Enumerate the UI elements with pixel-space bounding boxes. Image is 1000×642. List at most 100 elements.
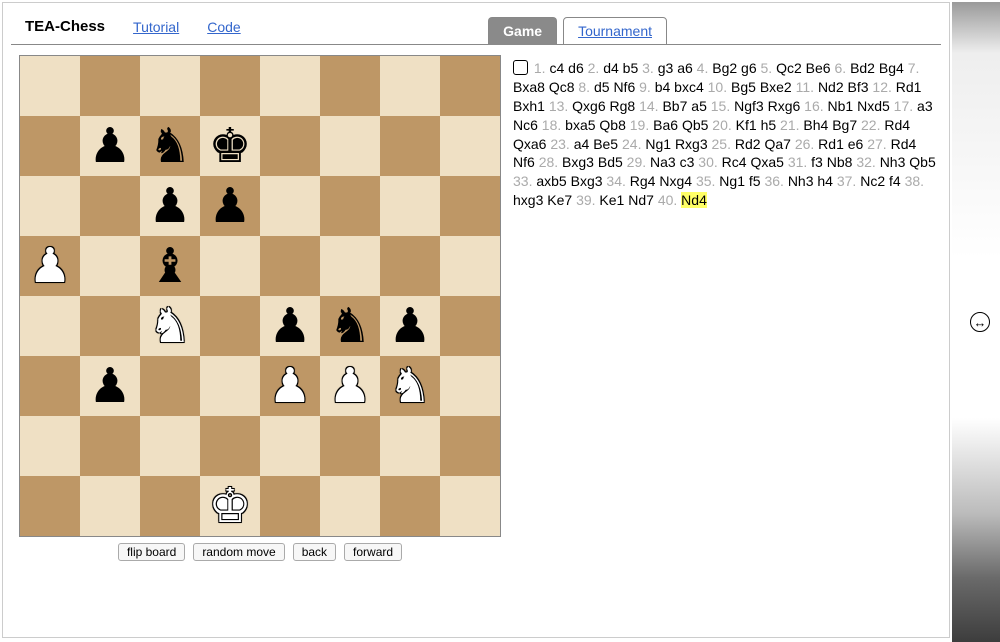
move[interactable]: bxa5 [565, 117, 595, 133]
move[interactable]: Qb5 [682, 117, 708, 133]
move[interactable]: f4 [889, 173, 901, 189]
square[interactable]: ♟ [80, 356, 140, 416]
move[interactable]: Ba6 [653, 117, 678, 133]
square[interactable] [260, 416, 320, 476]
white-k-piece[interactable]: ♚ [208, 482, 251, 530]
move[interactable]: d5 [594, 79, 610, 95]
move[interactable]: Kf1 [736, 117, 757, 133]
move[interactable]: Na3 [650, 154, 676, 170]
square[interactable] [320, 416, 380, 476]
square[interactable] [140, 56, 200, 116]
square[interactable] [200, 296, 260, 356]
white-p-piece[interactable]: ♟ [268, 362, 311, 410]
square[interactable]: ♟ [320, 356, 380, 416]
move[interactable]: c4 [549, 60, 564, 76]
move[interactable]: Bxa8 [513, 79, 545, 95]
white-p-piece[interactable]: ♟ [28, 242, 71, 290]
black-n-piece[interactable]: ♞ [148, 122, 191, 170]
square[interactable] [140, 416, 200, 476]
move[interactable]: f5 [749, 173, 761, 189]
move[interactable]: Bg7 [832, 117, 857, 133]
square[interactable] [440, 476, 500, 536]
square[interactable]: ♚ [200, 476, 260, 536]
square[interactable] [440, 416, 500, 476]
square[interactable] [20, 116, 80, 176]
move[interactable]: Nf6 [613, 79, 635, 95]
square[interactable] [260, 236, 320, 296]
white-p-piece[interactable]: ♟ [328, 362, 371, 410]
move[interactable]: Nxd5 [857, 98, 890, 114]
square[interactable] [320, 236, 380, 296]
move[interactable]: Bf3 [848, 79, 869, 95]
black-b-piece[interactable]: ♝ [148, 242, 191, 290]
square[interactable]: ♟ [80, 116, 140, 176]
move[interactable]: Ke7 [547, 192, 572, 208]
move[interactable]: Rd4 [884, 117, 910, 133]
square[interactable] [380, 476, 440, 536]
move[interactable]: Nxg4 [659, 173, 692, 189]
move[interactable]: Qc8 [549, 79, 575, 95]
move[interactable]: Nd4 [681, 192, 707, 208]
square[interactable] [320, 176, 380, 236]
move[interactable]: Qa7 [764, 136, 790, 152]
square[interactable] [200, 356, 260, 416]
move[interactable]: Rxg3 [675, 136, 708, 152]
move[interactable]: Qxa5 [750, 154, 783, 170]
move[interactable]: Rg4 [630, 173, 656, 189]
move[interactable]: Nf6 [513, 154, 535, 170]
black-p-piece[interactable]: ♟ [148, 182, 191, 230]
move[interactable]: Bb7 [662, 98, 687, 114]
move[interactable]: Bh4 [803, 117, 828, 133]
square[interactable] [320, 116, 380, 176]
square[interactable] [380, 56, 440, 116]
square[interactable] [380, 116, 440, 176]
move[interactable]: f3 [811, 154, 823, 170]
move[interactable]: Nb1 [828, 98, 854, 114]
move[interactable]: Bxg3 [562, 154, 594, 170]
black-n-piece[interactable]: ♞ [328, 302, 371, 350]
move[interactable]: Bg2 [712, 60, 737, 76]
square[interactable]: ♟ [380, 296, 440, 356]
move[interactable]: a5 [691, 98, 707, 114]
move[interactable]: Be6 [806, 60, 831, 76]
square[interactable]: ♞ [140, 116, 200, 176]
square[interactable] [140, 356, 200, 416]
move[interactable]: Bxh1 [513, 98, 545, 114]
move[interactable]: Bg4 [879, 60, 904, 76]
square[interactable] [20, 56, 80, 116]
move[interactable]: axb5 [536, 173, 566, 189]
move[interactable]: Bd5 [598, 154, 623, 170]
move[interactable]: Rd2 [735, 136, 761, 152]
move[interactable]: d4 [603, 60, 619, 76]
move[interactable]: g3 [658, 60, 674, 76]
square[interactable]: ♟ [260, 356, 320, 416]
square[interactable] [440, 56, 500, 116]
square[interactable] [260, 116, 320, 176]
square[interactable] [20, 416, 80, 476]
white-n-piece[interactable]: ♞ [388, 362, 431, 410]
nav-link-code[interactable]: Code [207, 19, 240, 35]
square[interactable]: ♟ [260, 296, 320, 356]
black-p-piece[interactable]: ♟ [388, 302, 431, 350]
square[interactable] [20, 296, 80, 356]
move[interactable]: e6 [848, 136, 864, 152]
move[interactable]: Qb8 [599, 117, 625, 133]
square[interactable] [440, 116, 500, 176]
square[interactable] [80, 476, 140, 536]
square[interactable] [440, 236, 500, 296]
black-p-piece[interactable]: ♟ [88, 122, 131, 170]
move[interactable]: h5 [761, 117, 777, 133]
move[interactable]: d6 [568, 60, 584, 76]
move[interactable]: Qc2 [776, 60, 802, 76]
square[interactable] [140, 476, 200, 536]
square[interactable] [20, 356, 80, 416]
square[interactable] [320, 56, 380, 116]
move[interactable]: Nd7 [628, 192, 654, 208]
move[interactable]: Bd2 [850, 60, 875, 76]
move[interactable]: Nh3 [880, 154, 906, 170]
square[interactable] [440, 176, 500, 236]
move[interactable]: Rc4 [722, 154, 747, 170]
square[interactable] [20, 176, 80, 236]
square[interactable]: ♞ [380, 356, 440, 416]
move[interactable]: Rg8 [610, 98, 636, 114]
